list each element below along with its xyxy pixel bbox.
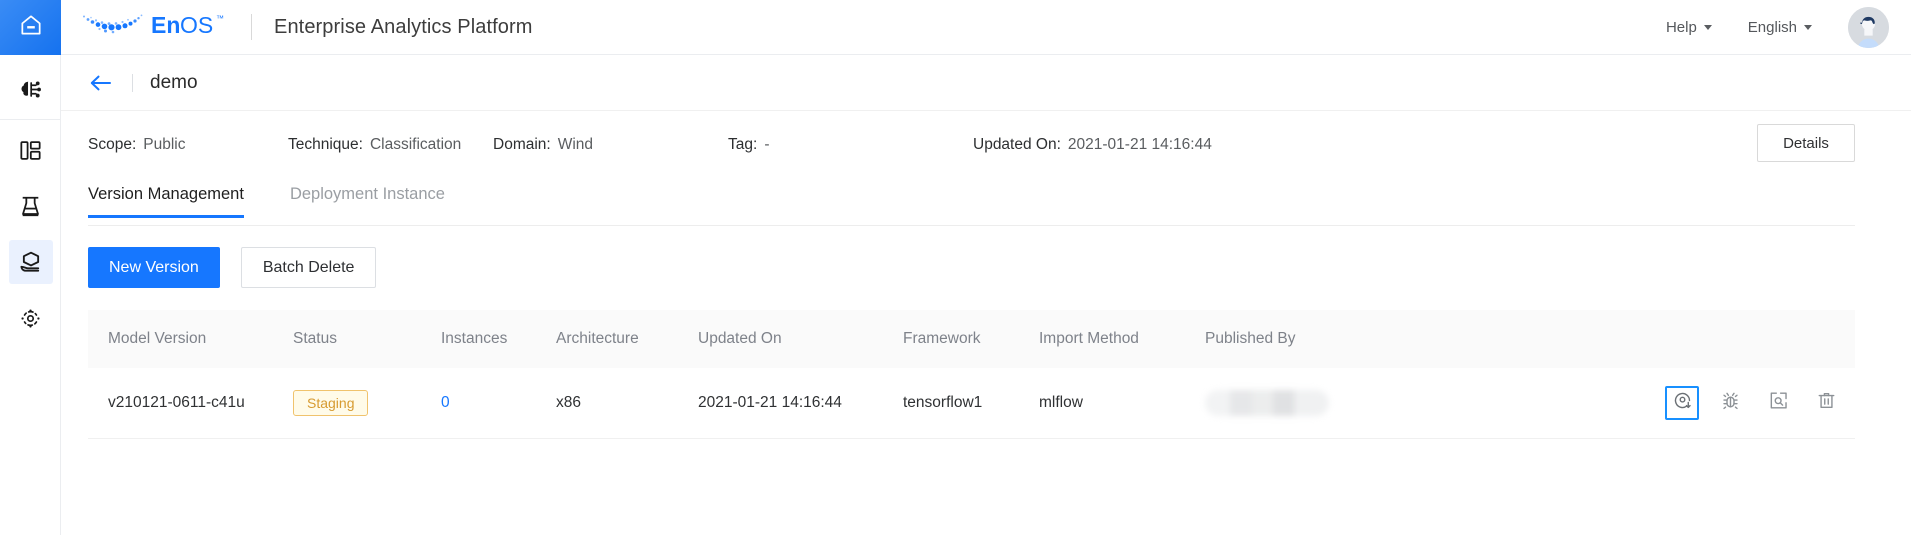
batch-delete-button[interactable]: Batch Delete <box>240 247 377 288</box>
table-head: Model Version Status Instances Architect… <box>88 310 1855 368</box>
avatar[interactable] <box>1848 6 1889 48</box>
tab-version-management[interactable]: Version Management <box>88 179 244 218</box>
col-published-by: Published By <box>1205 310 1435 368</box>
new-version-button[interactable]: New Version <box>88 247 220 288</box>
col-instances: Instances <box>441 310 556 368</box>
meta-domain-label: Domain: <box>493 136 551 153</box>
sidebar-item-experiments[interactable] <box>0 178 61 234</box>
meta-domain: Domain: Wind <box>493 136 728 154</box>
home-button[interactable] <box>0 0 61 55</box>
cell-published-by <box>1205 368 1435 439</box>
breadcrumb: demo <box>61 55 1911 111</box>
cell-status: Staging <box>293 368 441 439</box>
sidebar-item-workspace[interactable] <box>0 122 61 178</box>
cell-instances: 0 <box>441 368 556 439</box>
dashboard-layout-icon <box>9 128 53 172</box>
cell-updated-on: 2021-01-21 14:16:44 <box>698 368 903 439</box>
svg-text:OS: OS <box>180 12 213 38</box>
row-action-group <box>1435 385 1847 420</box>
col-framework: Framework <box>903 310 1039 368</box>
tab-bar: Version Management Deployment Instance <box>61 179 1911 226</box>
versions-table: Model Version Status Instances Architect… <box>88 310 1855 439</box>
cell-architecture: x86 <box>556 368 698 439</box>
table-toolbar: New Version Batch Delete <box>61 226 1911 288</box>
rail-divider <box>0 119 60 120</box>
meta-technique-value: Classification <box>369 136 462 153</box>
chevron-down-icon <box>1703 24 1712 30</box>
debug-version-button[interactable] <box>1713 386 1747 420</box>
brain-ai-icon <box>9 67 53 111</box>
help-label: Help <box>1665 18 1697 36</box>
help-menu[interactable]: Help <box>1666 19 1712 36</box>
col-updated-on: Updated On <box>698 310 903 368</box>
flask-lab-icon <box>9 184 53 228</box>
meta-updated-on-label: Updated On: <box>973 136 1061 153</box>
col-status: Status <box>293 310 441 368</box>
brand-block: En OS ™ Enterprise Analytics Platform <box>75 8 533 47</box>
cell-model-version: v210121-0611-c41u <box>88 368 293 439</box>
cell-import-method: mlflow <box>1039 368 1205 439</box>
published-by-redacted <box>1205 389 1329 416</box>
deploy-version-button[interactable] <box>1665 385 1699 420</box>
language-label: English <box>1747 18 1797 36</box>
left-nav-rail <box>0 0 61 535</box>
cell-actions <box>1435 368 1855 439</box>
table-body: v210121-0611-c41u Staging 0 x86 2021-01-… <box>88 368 1855 439</box>
svg-text:™: ™ <box>216 14 224 23</box>
meta-tag: Tag: - <box>728 136 973 154</box>
details-button[interactable]: Details <box>1757 124 1855 162</box>
status-badge: Staging <box>293 389 369 416</box>
tab-deployment-instance[interactable]: Deployment Instance <box>290 179 445 218</box>
versions-table-wrapper: Model Version Status Instances Architect… <box>88 310 1855 439</box>
model-serving-icon <box>8 240 53 284</box>
preview-version-button[interactable] <box>1761 386 1795 420</box>
page-content: demo Scope: Public Technique: Classificati… <box>61 55 1911 535</box>
meta-domain-value: Wind <box>557 136 594 153</box>
col-architecture: Architecture <box>556 310 698 368</box>
deploy-icon <box>1672 390 1693 416</box>
back-arrow-icon[interactable] <box>88 72 114 94</box>
trash-delete-icon <box>1816 390 1837 416</box>
meta-tag-label: Tag: <box>728 136 758 153</box>
platform-subtitle: Enterprise Analytics Platform <box>274 15 533 38</box>
meta-scope-value: Public <box>143 136 186 153</box>
svg-text:En: En <box>151 12 180 38</box>
page-title: demo <box>150 71 198 93</box>
model-meta-row: Scope: Public Technique: Classification Do… <box>61 111 1911 179</box>
col-actions <box>1435 310 1855 368</box>
meta-technique: Technique: Classification <box>288 136 493 154</box>
sidebar-item-ai-studio[interactable] <box>0 61 61 117</box>
sidebar-item-models[interactable] <box>0 234 61 290</box>
meta-updated-on-value: 2021-01-21 14:16:44 <box>1067 136 1212 153</box>
inspect-preview-icon <box>1768 390 1789 416</box>
cell-framework: tensorflow1 <box>903 368 1039 439</box>
meta-scope: Scope: Public <box>88 136 288 154</box>
language-menu[interactable]: English <box>1748 19 1812 36</box>
delete-version-button[interactable] <box>1809 386 1843 420</box>
chevron-down-icon <box>1804 24 1812 30</box>
brand-divider <box>251 14 252 40</box>
app-root: En OS ™ Enterprise Analytics Platform He… <box>0 0 1911 535</box>
meta-tag-value: - <box>764 136 770 153</box>
top-header: En OS ™ Enterprise Analytics Platform He… <box>61 0 1911 55</box>
settings-gear-icon <box>9 296 53 340</box>
meta-technique-label: Technique: <box>288 136 363 153</box>
bug-debug-icon <box>1720 390 1741 416</box>
instances-link[interactable]: 0 <box>441 394 450 411</box>
col-import-method: Import Method <box>1039 310 1205 368</box>
enos-logo-icon: En OS ™ <box>75 8 227 47</box>
table-row[interactable]: v210121-0611-c41u Staging 0 x86 2021-01-… <box>88 368 1855 439</box>
rail-item-list <box>0 55 60 346</box>
sidebar-item-settings[interactable] <box>0 290 61 346</box>
col-model-version: Model Version <box>88 310 293 368</box>
table-header-row: Model Version Status Instances Architect… <box>88 310 1855 368</box>
meta-scope-label: Scope: <box>88 136 137 153</box>
header-actions: Help English <box>1666 6 1911 48</box>
home-icon <box>18 12 44 43</box>
meta-updated-on: Updated On: 2021-01-21 14:16:44 <box>973 136 1212 154</box>
breadcrumb-divider <box>132 73 133 92</box>
